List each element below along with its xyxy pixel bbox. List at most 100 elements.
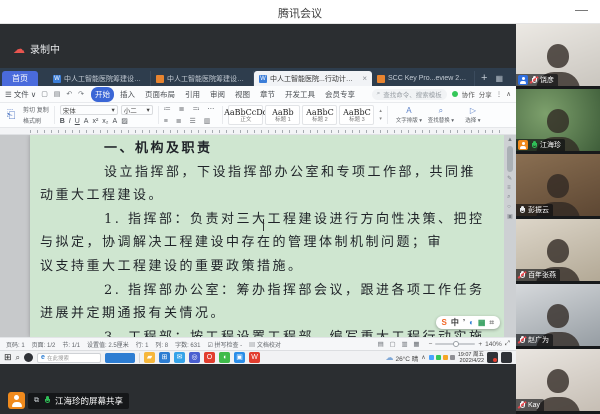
format-button[interactable]: U [75, 118, 80, 125]
gallery-scroll-icon[interactable]: ▾ [379, 116, 382, 122]
format-button[interactable]: x₂ [102, 118, 108, 125]
sogou-ime-bar[interactable]: S 中 ’ ◐ ▦ ⌗ [435, 316, 500, 329]
taskbar-blue-chip[interactable] [105, 352, 136, 363]
pinned-app-icon[interactable]: O [204, 352, 216, 363]
new-tab-button[interactable]: + [481, 72, 487, 84]
side-tool-icon[interactable]: ✎ [507, 175, 513, 182]
format-button[interactable]: A [84, 118, 89, 125]
style-preset-标题 1[interactable]: AaBb 标题 1 [265, 105, 301, 125]
zoom-slider-knob[interactable] [453, 341, 460, 347]
ime-icon[interactable]: ⌗ [489, 318, 494, 327]
participant-tile[interactable]: 江海珍 [516, 89, 600, 151]
minimize-button[interactable]: — [575, 2, 588, 17]
tool-查找替换[interactable]: ⌕ 查找替换 ▾ [425, 104, 457, 126]
tab-close-icon[interactable]: × [362, 74, 367, 83]
ribbon-tab-引用[interactable]: 引用 [181, 87, 204, 102]
more-icon[interactable]: ⋮ [496, 90, 503, 98]
ime-icon[interactable]: ’ [463, 318, 465, 327]
tray-app-icon[interactable] [449, 355, 455, 360]
pinned-app-icon[interactable]: ◎ [189, 352, 201, 363]
zoom-out-button[interactable]: − [429, 341, 433, 348]
document-tab[interactable]: SCC Key Pro...eview 2022 [372, 71, 475, 86]
cut-button[interactable]: 剪切 [23, 108, 35, 114]
tool-文字排版[interactable]: A 文字排版 ▾ [393, 104, 425, 126]
weather-widget[interactable]: ☁ 26°C 晴 [385, 353, 418, 363]
tray-expand-icon[interactable]: ∧ [421, 354, 425, 361]
participant-tile[interactable]: 赵广为 [516, 284, 600, 346]
document-tab[interactable]: 中人工智能医院筹建设专项会议 [151, 71, 254, 86]
command-search[interactable]: ⌕ 查找命令、搜索模板 [371, 88, 447, 100]
document-tab-active[interactable]: W中人工智能医院...行动计划-W1 - V2× [254, 71, 372, 86]
participant-tile[interactable]: 彭振云 [516, 154, 600, 216]
ime-icon[interactable]: 中 [451, 318, 459, 327]
fullscreen-icon[interactable]: ⤢ [505, 340, 510, 348]
pinned-app-icon[interactable]: ⊞ [159, 352, 171, 363]
font-size-select[interactable]: 小二 ▾ [120, 105, 153, 115]
format-painter-button[interactable]: 格式刷 [23, 116, 49, 125]
format-button[interactable]: B [60, 118, 65, 125]
ime-icon[interactable]: ◐ [469, 318, 474, 327]
pinned-app-icon[interactable]: ▰ [144, 352, 156, 363]
ime-icon[interactable]: ▦ [478, 318, 486, 327]
pinned-app-icon[interactable]: ✉ [174, 352, 186, 363]
tray-app-icon[interactable] [442, 355, 448, 360]
font-name-select[interactable]: 宋体 ▾ [59, 105, 118, 115]
view-mode-icons[interactable]: ▤ ▢ ▥ ▦ [378, 340, 422, 348]
style-preset-标题 3[interactable]: AaBbC 标题 3 [339, 105, 375, 125]
style-preset-正文[interactable]: AaBbCcDd 正文 [224, 105, 268, 125]
taskbar-search-field[interactable]: e 在此搜索 [37, 352, 102, 363]
participant-tile[interactable]: 饶彦 [516, 24, 600, 86]
format-button[interactable]: ▨ [121, 117, 128, 125]
ribbon-tab-会员专享[interactable]: 会员专享 [321, 87, 359, 102]
scrollbar[interactable]: ▲ ✎ ≡ ⌕ ○ ▣ [504, 135, 516, 337]
paragraph-buttons-row2[interactable]: ≡ ≣ ☰ ▥ [164, 117, 218, 125]
tool-选择[interactable]: ▷ 选择 ▾ [457, 104, 489, 126]
ribbon-tab-章节[interactable]: 章节 [256, 87, 279, 102]
ribbon-tab-页面布局[interactable]: 页面布局 [141, 87, 179, 102]
ribbon-tab-视图[interactable]: 视图 [231, 87, 254, 102]
participant-tile[interactable]: 百年张燕 [516, 219, 600, 281]
style-gallery-scroll[interactable]: ▴ ▾ [379, 104, 382, 126]
document-page[interactable]: 一、机构及职责 设立指挥部，下设指挥部办公室和专项工作部，共同推 动重大工程建设。 1… [30, 135, 504, 337]
scroll-up-icon[interactable]: ▲ [507, 137, 513, 143]
gallery-scroll-icon[interactable]: ▴ [379, 108, 382, 114]
assistant-icon[interactable] [24, 353, 34, 362]
copy-button[interactable]: 复制 [37, 108, 49, 114]
notification-icon[interactable] [501, 352, 512, 363]
share-button[interactable]: 分享 [479, 89, 492, 99]
paste-button[interactable]: ⎗ [4, 104, 18, 126]
side-tool-icon[interactable]: ⌕ [507, 194, 513, 201]
ribbon-tab-开发工具[interactable]: 开发工具 [281, 87, 319, 102]
zoom-slider[interactable] [435, 341, 476, 347]
ribbon-tab-审阅[interactable]: 审阅 [206, 87, 229, 102]
side-tool-icon[interactable]: ≡ [507, 185, 513, 191]
pinned-app-icon[interactable]: ▣ [234, 352, 246, 363]
notification-icon-recording[interactable] [487, 352, 498, 363]
file-menu[interactable]: ☰ 文件 ∨ [5, 89, 36, 100]
cut-copy-buttons[interactable]: 剪切 复制 [23, 105, 49, 114]
format-button[interactable]: x² [92, 118, 98, 125]
start-button[interactable]: ⊞ [4, 352, 12, 363]
quick-access-icons[interactable]: ▢ ▤ ↶ ↷ [41, 90, 86, 98]
format-button[interactable]: A [113, 118, 118, 125]
side-tool-icon[interactable]: ○ [507, 204, 513, 210]
paragraph-buttons-row1[interactable]: ≔ ≣ ≕ ⋯ [164, 105, 218, 113]
tray-app-icon[interactable] [435, 355, 441, 360]
zoom-in-button[interactable]: + [478, 341, 482, 348]
collapse-ribbon-icon[interactable]: ∧ [506, 90, 511, 98]
ribbon-tab-开始[interactable]: 开始 [91, 86, 115, 102]
taskbar-clock[interactable]: 19:07 周五 2022/4/22 [458, 352, 484, 364]
tab-home[interactable]: 首页 [2, 71, 38, 86]
scrollbar-thumb[interactable] [507, 146, 513, 172]
pinned-app-icon[interactable]: W [249, 352, 261, 363]
tab-list-icon[interactable]: ▦ [495, 74, 503, 83]
tray-app-icon[interactable] [428, 355, 434, 360]
ribbon-tab-插入[interactable]: 插入 [116, 87, 139, 102]
side-tool-icon[interactable]: ▣ [507, 213, 513, 220]
taskbar-search-icon[interactable]: ⌕ [16, 353, 20, 363]
pinned-app-icon[interactable]: ◖ [219, 352, 231, 363]
participant-tile[interactable]: Kay [516, 349, 600, 411]
document-tab[interactable]: W中人工智能医院筹建设办公会议纪要 [48, 71, 151, 86]
zoom-level[interactable]: 140% [485, 341, 502, 348]
collaborate-button[interactable]: 协作 [462, 89, 475, 99]
